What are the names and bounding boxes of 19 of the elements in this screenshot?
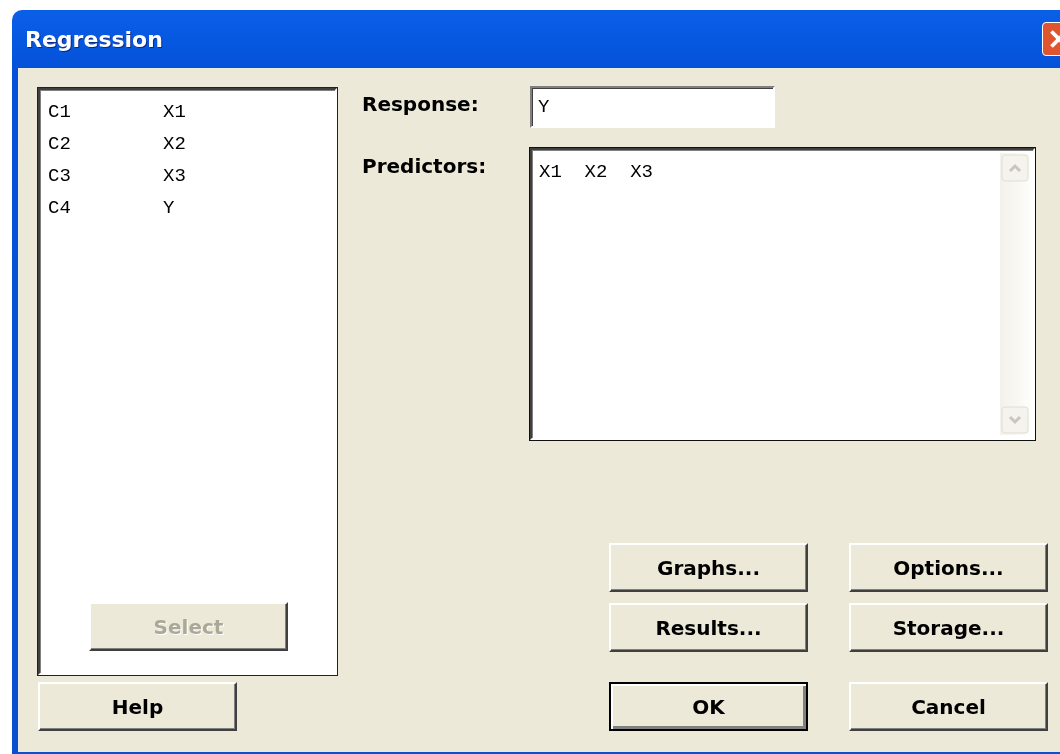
list-item[interactable]: C3 X3 — [48, 160, 329, 192]
dialog-button[interactable]: Graphs... — [609, 543, 808, 592]
list-item[interactable]: C2 X2 — [48, 128, 329, 160]
predictors-field[interactable]: X1 X2 X3 — [530, 148, 1035, 440]
scrollbar[interactable] — [1000, 153, 1030, 435]
list-item[interactable]: C1 X1 — [48, 96, 329, 128]
response-field[interactable]: Y — [530, 86, 775, 128]
predictors-label: Predictors: — [362, 153, 488, 180]
dialog-button[interactable]: Cancel — [849, 682, 1048, 731]
dialog-button[interactable]: Storage... — [849, 603, 1048, 652]
dialog-button[interactable]: Options... — [849, 543, 1048, 592]
scroll-up-icon[interactable] — [1001, 154, 1029, 182]
scroll-down-icon[interactable] — [1001, 406, 1029, 434]
window-title: Regression — [25, 26, 163, 52]
dialog-button[interactable]: OK — [609, 682, 808, 731]
response-label: Response: — [362, 91, 480, 118]
help-button[interactable]: Help — [38, 682, 237, 731]
list-item[interactable]: C4 Y — [48, 192, 329, 224]
dialog-button[interactable]: Results... — [609, 603, 808, 652]
